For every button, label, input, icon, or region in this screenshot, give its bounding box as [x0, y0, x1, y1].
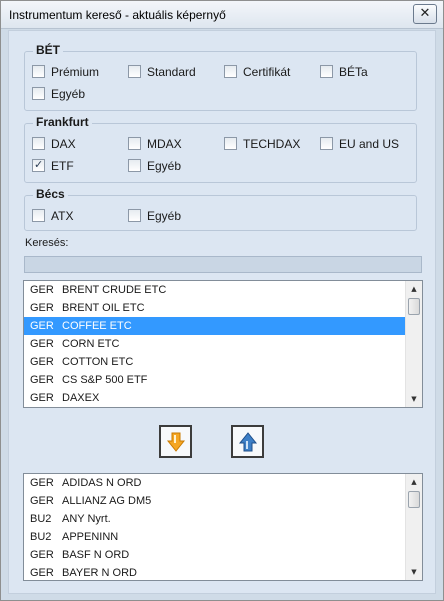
- list-item[interactable]: GER DAXEX: [24, 389, 405, 407]
- selected-instrument-list[interactable]: GER ADIDAS N ORD GER ALLIANZ AG DM5 BU2 ANY…: [23, 473, 423, 581]
- instrument-name: ADIDAS N ORD: [62, 477, 142, 489]
- scroll-thumb[interactable]: [408, 491, 420, 508]
- exchange-code: GER: [30, 338, 54, 350]
- exchange-code: GER: [30, 284, 54, 296]
- instrument-name: CORN ETC: [62, 338, 120, 350]
- exchange-code: GER: [30, 549, 54, 561]
- exchange-code: BU2: [30, 531, 52, 543]
- group-becs-label: Bécs: [33, 187, 68, 201]
- group-frankfurt-label: Frankfurt: [33, 115, 92, 129]
- list-item[interactable]: BU2 APPENINN: [24, 528, 405, 546]
- checkbox-label: BÉTa: [339, 65, 368, 79]
- search-input[interactable]: [24, 256, 422, 273]
- checkbox-box[interactable]: [128, 159, 141, 172]
- checkbox-label: EU and US: [339, 137, 400, 151]
- window-title: Instrumentum kereső - aktuális képernyő: [9, 8, 226, 22]
- checkbox-box[interactable]: [224, 137, 237, 150]
- list-item[interactable]: GER CS S&P 500 ETF: [24, 371, 405, 389]
- instrument-name: BRENT OIL ETC: [62, 302, 145, 314]
- checkbox-label: Standard: [147, 65, 196, 79]
- checkbox-label: Prémium: [51, 65, 100, 79]
- list-item[interactable]: GER COTTON ETC: [24, 353, 405, 371]
- instrument-name: DAXEX: [62, 392, 100, 404]
- arrow-up-icon: [238, 432, 258, 452]
- instrument-name: BRENT CRUDE ETC: [62, 284, 167, 296]
- exchange-code: GER: [30, 477, 54, 489]
- dialog-body: BÉT Prémium Standard Certifikát BÉTa Egy…: [8, 30, 436, 594]
- target-list-scrollbar[interactable]: ▲ ▼: [405, 474, 422, 580]
- checkbox-box[interactable]: [128, 209, 141, 222]
- checkbox-label: ETF: [51, 159, 74, 173]
- exchange-code: GER: [30, 495, 54, 507]
- exchange-code: GER: [30, 567, 54, 579]
- checkbox-box[interactable]: [32, 137, 45, 150]
- instrument-search-window: Instrumentum kereső - aktuális képernyő …: [0, 0, 444, 601]
- title-bar[interactable]: Instrumentum kereső - aktuális képernyő …: [1, 1, 443, 29]
- checkbox-box[interactable]: [32, 87, 45, 100]
- group-bet: BÉT Prémium Standard Certifikát BÉTa Egy…: [24, 43, 417, 111]
- checkbox-box[interactable]: [32, 65, 45, 78]
- exchange-code: GER: [30, 374, 54, 386]
- checkbox-label: DAX: [51, 137, 76, 151]
- checkbox-label: TECHDAX: [243, 137, 301, 151]
- list-item[interactable]: GER BASF N ORD: [24, 546, 405, 564]
- close-button[interactable]: ✕: [413, 4, 437, 24]
- checkbox-label: Egyéb: [51, 87, 86, 101]
- list-item[interactable]: GER ADIDAS N ORD: [24, 474, 405, 492]
- group-frankfurt: Frankfurt DAX MDAX TECHDAX EU and US ETF: [24, 115, 417, 183]
- checkbox-box[interactable]: [32, 158, 45, 172]
- source-list-scrollbar[interactable]: ▲ ▼: [405, 281, 422, 407]
- search-label: Keresés:: [25, 237, 69, 249]
- checkbox-label: MDAX: [147, 137, 182, 151]
- instrument-name: ALLIANZ AG DM5: [62, 495, 152, 507]
- list-item[interactable]: GER BRENT CRUDE ETC: [24, 281, 405, 299]
- scroll-thumb[interactable]: [408, 298, 420, 315]
- scroll-up-icon[interactable]: ▲: [406, 281, 422, 297]
- group-becs: Bécs ATX Egyéb: [24, 187, 417, 231]
- arrow-down-icon: [166, 432, 186, 452]
- source-instrument-list[interactable]: GER BRENT CRUDE ETC GER BRENT OIL ETC GER C…: [23, 280, 423, 408]
- instrument-name: CS S&P 500 ETF: [62, 374, 148, 386]
- scroll-down-icon[interactable]: ▼: [406, 391, 422, 407]
- list-item-selected[interactable]: GER COFFEE ETC: [24, 317, 405, 335]
- exchange-code: BU2: [30, 513, 52, 525]
- checkbox-label: Egyéb: [147, 159, 182, 173]
- checkbox-box[interactable]: [320, 65, 333, 78]
- exchange-code: GER: [30, 392, 54, 404]
- instrument-name: APPENINN: [62, 531, 119, 543]
- instrument-name: ANY Nyrt.: [62, 513, 111, 525]
- target-list-rows: GER ADIDAS N ORD GER ALLIANZ AG DM5 BU2 ANY…: [24, 474, 405, 580]
- exchange-code: GER: [30, 356, 54, 368]
- instrument-name: COFFEE ETC: [62, 320, 132, 332]
- list-item[interactable]: BU2 ANY Nyrt.: [24, 510, 405, 528]
- checkbox-box[interactable]: [224, 65, 237, 78]
- checkbox-label: ATX: [51, 209, 74, 223]
- instrument-name: BASF N ORD: [62, 549, 130, 561]
- checkbox-box[interactable]: [128, 137, 141, 150]
- scroll-up-icon[interactable]: ▲: [406, 474, 422, 490]
- exchange-code: GER: [30, 320, 54, 332]
- instrument-name: BAYER N ORD: [62, 567, 137, 579]
- group-bet-label: BÉT: [33, 43, 63, 57]
- checkbox-label: Egyéb: [147, 209, 182, 223]
- checkbox-box[interactable]: [320, 137, 333, 150]
- checkbox-box[interactable]: [128, 65, 141, 78]
- checkbox-box[interactable]: [32, 209, 45, 222]
- remove-from-screen-button[interactable]: [231, 425, 264, 458]
- add-to-screen-button[interactable]: [159, 425, 192, 458]
- instrument-name: COTTON ETC: [62, 356, 134, 368]
- source-list-rows: GER BRENT CRUDE ETC GER BRENT OIL ETC GER C…: [24, 281, 405, 407]
- exchange-code: GER: [30, 302, 54, 314]
- scroll-down-icon[interactable]: ▼: [406, 564, 422, 580]
- list-item[interactable]: GER BRENT OIL ETC: [24, 299, 405, 317]
- list-item[interactable]: GER CORN ETC: [24, 335, 405, 353]
- list-item[interactable]: GER BAYER N ORD: [24, 564, 405, 580]
- checkbox-label: Certifikát: [243, 65, 291, 79]
- list-item[interactable]: GER ALLIANZ AG DM5: [24, 492, 405, 510]
